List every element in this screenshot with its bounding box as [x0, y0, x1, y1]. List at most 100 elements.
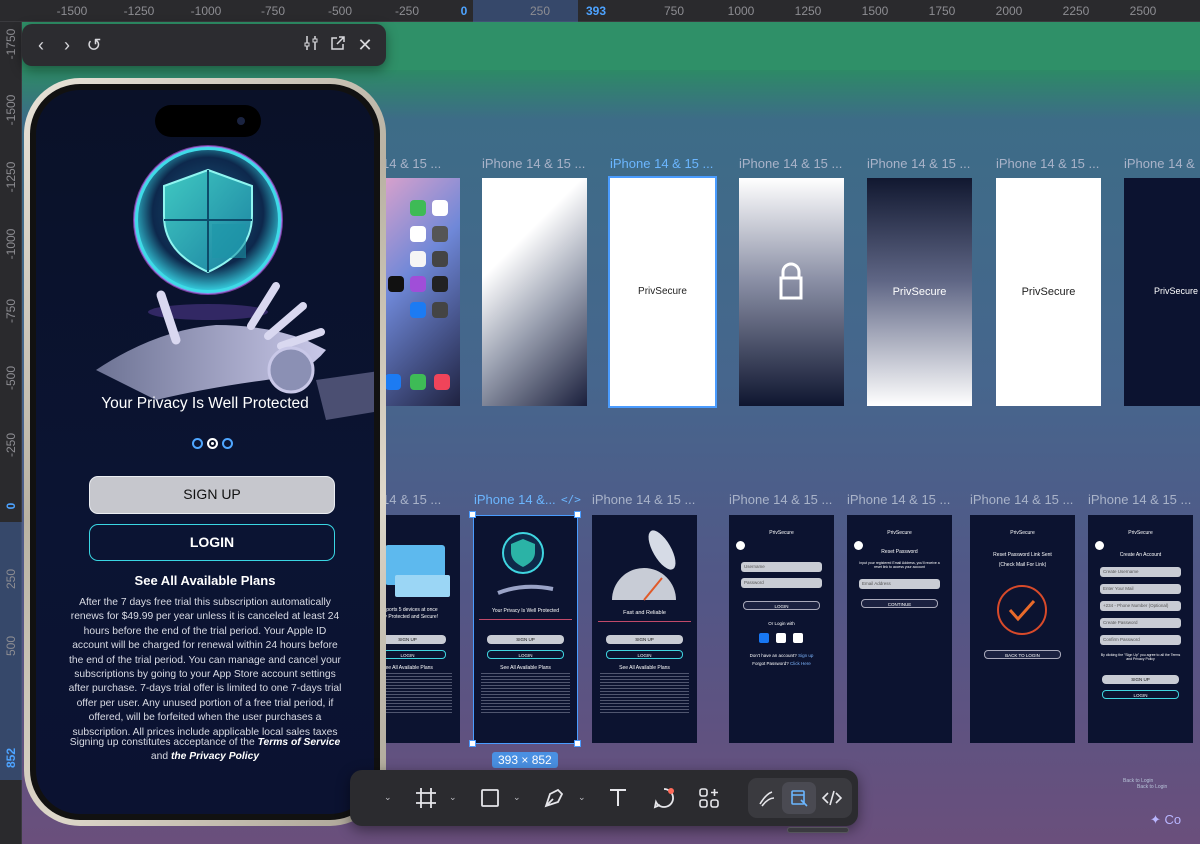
frame-label[interactable]: iPhone 14 & 15 ... — [847, 492, 950, 507]
page-indicator[interactable] — [192, 438, 233, 449]
frame-label[interactable]: iPhone 14 & 15 ... — [867, 156, 970, 171]
small-note: Back to Login — [1137, 784, 1168, 790]
frame-onboarding-fast[interactable]: Fast and Reliable SIGN UP LOGIN See All … — [592, 515, 697, 743]
code-icon[interactable]: </> — [561, 493, 581, 506]
mini-signup-button[interactable]: SIGN UP — [606, 635, 683, 644]
mini-input[interactable]: Create Username — [1100, 567, 1181, 577]
mini-continue-button[interactable]: CONTINUE — [861, 599, 938, 608]
ruler-tick: 393 — [585, 4, 607, 18]
chevron-down-icon[interactable]: ⌄ — [384, 792, 394, 802]
forgot-link[interactable]: Click Here — [790, 661, 811, 666]
mini-brand: PrivSecure — [1010, 530, 1035, 536]
google-icon[interactable] — [793, 633, 803, 643]
frame-splash-white[interactable]: PrivSecure — [996, 178, 1101, 406]
settings-sliders-icon[interactable] — [300, 34, 322, 56]
terms-of-service-link[interactable]: Terms of Service — [258, 737, 341, 748]
frame-tool-icon[interactable] — [412, 784, 440, 812]
mini-login-button[interactable]: LOGIN — [606, 650, 683, 659]
mini-title: Reset Password — [881, 549, 918, 555]
design-mode-icon[interactable] — [785, 784, 813, 812]
ruler-tick: -1250 — [123, 4, 155, 18]
frame-reset-sent[interactable]: PrivSecure Reset Password Link Sent (Che… — [970, 515, 1075, 743]
frame-reset-password[interactable]: PrivSecure Reset Password Input your reg… — [847, 515, 952, 743]
ruler-vertical: -1750 -1500 -1250 -1000 -750 -500 -250 0… — [0, 22, 22, 844]
frame-label[interactable]: iPhone 14 & 15 ... — [729, 492, 832, 507]
frame-label-selected[interactable]: iPhone 14 &... — [474, 492, 556, 507]
mini-input[interactable]: +234 - Phone Number (Optional) — [1100, 601, 1181, 611]
frame-splash-logo[interactable]: PrivSecure — [608, 176, 717, 408]
frame-gradient-logo[interactable] — [739, 178, 844, 406]
mini-login-button[interactable]: LOGIN — [1102, 690, 1179, 699]
open-external-icon[interactable] — [327, 34, 349, 56]
ruler-tick: -250 — [394, 4, 420, 18]
frame-brand-text: PrivSecure — [1154, 286, 1199, 296]
frame-label[interactable]: iPhone 14 & 15 ... — [996, 156, 1099, 171]
chevron-down-icon[interactable]: ⌄ — [578, 792, 588, 802]
chevron-down-icon[interactable]: ⌄ — [449, 792, 459, 802]
mini-input[interactable]: Confirm Password — [1100, 635, 1181, 645]
back-icon[interactable] — [736, 541, 745, 550]
frame-label[interactable]: iPhone 14 & 15 ... — [1088, 492, 1191, 507]
resize-handle[interactable] — [469, 740, 476, 747]
actions-tool-icon[interactable] — [695, 784, 723, 812]
frame-label[interactable]: iPhone 14 & 15 ... — [970, 492, 1073, 507]
frame-label[interactable]: 14 & 15 ... — [382, 492, 441, 507]
login-button[interactable]: LOGIN — [89, 524, 335, 561]
rectangle-tool-icon[interactable] — [476, 784, 504, 812]
signup-link[interactable]: Sign up — [798, 653, 813, 658]
page-dot[interactable] — [192, 438, 203, 449]
see-all-plans-link[interactable]: See All Available Plans — [36, 573, 374, 588]
page-dot-active[interactable] — [207, 438, 218, 449]
mini-brand: PrivSecure — [887, 530, 912, 536]
dev-mode-icon[interactable] — [818, 784, 846, 812]
frame-label[interactable]: iPhone 14 & 15 ... — [482, 156, 585, 171]
mini-input[interactable]: Create Password — [1100, 618, 1181, 628]
phone-screen: Your Privacy Is Well Protected SIGN UP L… — [36, 90, 374, 814]
ruler-tick: 1250 — [794, 4, 822, 18]
ruler-tick: -1500 — [4, 94, 18, 126]
frame-label-selected[interactable]: iPhone 14 & 15 ... — [610, 156, 713, 171]
signup-button[interactable]: SIGN UP — [89, 476, 335, 514]
pen-tool-icon[interactable] — [540, 784, 568, 812]
back-icon[interactable]: ‹ — [30, 34, 52, 56]
frame-splash-dark[interactable]: PrivSecure — [867, 178, 972, 406]
frame-label[interactable]: iPhone 14 & 15 ... — [739, 156, 842, 171]
frame-label[interactable]: iPhone 14 & — [1124, 156, 1195, 171]
frame-gradient-1[interactable] — [482, 178, 587, 406]
back-icon[interactable] — [1095, 541, 1104, 550]
facebook-icon[interactable] — [759, 633, 769, 643]
apple-icon[interactable] — [776, 633, 786, 643]
text-tool-icon[interactable] — [604, 784, 632, 812]
draw-mode-icon[interactable] — [752, 784, 780, 812]
comment-tool-icon[interactable] — [650, 784, 678, 812]
frame-login[interactable]: PrivSecure Username Password LOGIN Or Lo… — [729, 515, 834, 743]
close-icon[interactable]: ✕ — [354, 34, 376, 56]
resize-handle[interactable] — [574, 740, 581, 747]
mini-back-to-login-button[interactable]: BACK TO LOGIN — [984, 650, 1061, 659]
mini-divider — [598, 621, 691, 622]
mini-signup-button[interactable]: SIGN UP — [1102, 675, 1179, 684]
frame-brand-text: PrivSecure — [1021, 286, 1076, 298]
page-dot[interactable] — [222, 438, 233, 449]
forward-icon[interactable]: › — [56, 34, 78, 56]
frame-label[interactable]: 14 & 15 ... — [382, 156, 441, 171]
frame-create-account[interactable]: PrivSecure Create An Account Create User… — [1088, 515, 1193, 743]
mini-login-button[interactable]: LOGIN — [743, 601, 820, 610]
chevron-down-icon[interactable]: ⌄ — [513, 792, 523, 802]
mini-email-input[interactable]: Email Address — [859, 579, 940, 589]
mini-input[interactable]: Enter Your Mail — [1100, 584, 1181, 594]
mini-title: Create An Account — [1119, 552, 1162, 558]
mini-password-input[interactable]: Password — [741, 578, 822, 588]
comments-label[interactable]: ✦ Co — [1150, 812, 1181, 828]
restart-icon[interactable]: ↺ — [83, 34, 105, 56]
ruler-tick: 1750 — [928, 4, 956, 18]
frame-label[interactable]: iPhone 14 & 15 ... — [592, 492, 695, 507]
privacy-policy-link[interactable]: the Privacy Policy — [171, 751, 259, 762]
check-circle-icon — [997, 585, 1047, 635]
selection-box[interactable] — [473, 515, 578, 744]
mini-username-input[interactable]: Username — [741, 562, 822, 572]
resize-handle[interactable] — [469, 511, 476, 518]
ruler-tick: -1000 — [190, 4, 222, 18]
resize-handle[interactable] — [574, 511, 581, 518]
frame-splash-navy[interactable]: PrivSecure — [1124, 178, 1200, 406]
